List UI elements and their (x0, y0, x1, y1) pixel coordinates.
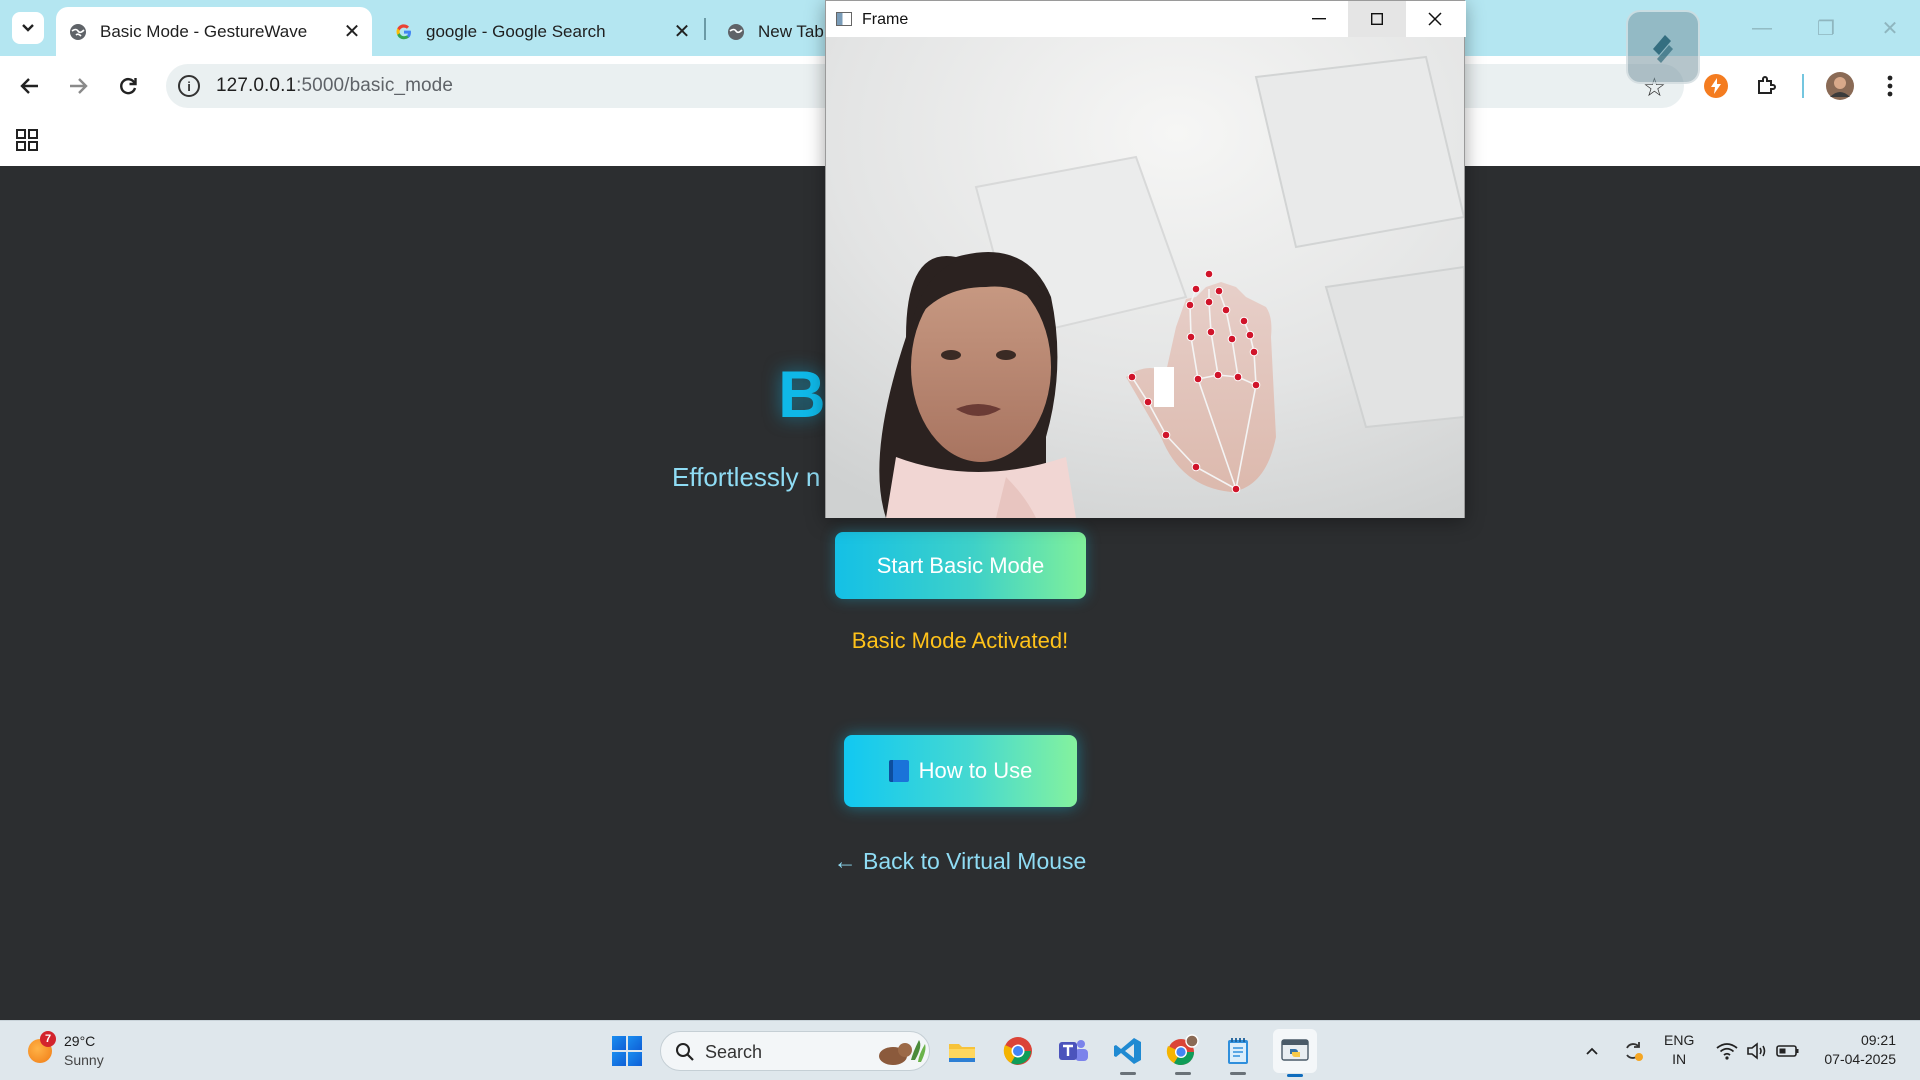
file-explorer-icon[interactable] (944, 1033, 980, 1069)
language-indicator[interactable]: ENG IN (1664, 1031, 1694, 1069)
url-host: 127.0.0.1 (216, 75, 297, 96)
url-path: :5000/basic_mode (296, 75, 454, 96)
page-subtitle: Effortlessly n (672, 462, 821, 492)
back-button[interactable] (14, 70, 46, 102)
tab-separator (704, 18, 706, 40)
show-hidden-icons-chevron-icon[interactable] (1580, 1033, 1604, 1069)
close-icon[interactable]: ✕ (670, 20, 694, 44)
python-app-icon[interactable] (1273, 1029, 1317, 1077)
globe-icon (726, 22, 746, 42)
tab-search-button[interactable] (12, 12, 44, 44)
toolbar-divider (1802, 74, 1804, 98)
taskbar: 7 29°C Sunny Search ENG IN 09:21 07-04-2… (0, 1020, 1920, 1080)
camera-feed (826, 37, 1464, 518)
frame-app-icon (836, 12, 852, 26)
clock-time: 09:21 (1860, 1032, 1896, 1048)
how-to-use-label: How to Use (918, 758, 1033, 783)
site-info-icon[interactable]: i (178, 75, 200, 97)
reload-icon (120, 78, 137, 95)
globe-icon (68, 22, 88, 42)
vscode-icon[interactable] (1110, 1033, 1146, 1075)
camera-image (826, 37, 1464, 518)
notepad-icon[interactable] (1220, 1033, 1256, 1075)
restore-icon[interactable]: ❐ (1808, 12, 1844, 44)
forward-button[interactable] (62, 70, 94, 102)
language-code: ENG (1664, 1032, 1695, 1048)
running-indicator (1175, 1072, 1191, 1075)
book-icon (888, 760, 909, 782)
reload-button[interactable] (112, 70, 144, 102)
frame-title: Frame (862, 11, 909, 28)
battery-icon[interactable] (1774, 1033, 1802, 1069)
beaver-illustration-icon (879, 1040, 926, 1065)
search-icon (676, 1043, 694, 1061)
weather-badge: 7 (40, 1031, 56, 1047)
weather-condition: Sunny (64, 1052, 104, 1068)
running-indicator (1230, 1072, 1246, 1075)
tab-google-search[interactable]: google - Google Search ✕ (382, 7, 702, 56)
avatar[interactable] (1824, 70, 1856, 102)
weather-temperature: 29°C (64, 1033, 96, 1049)
frame-titlebar[interactable]: Frame (826, 1, 1466, 37)
status-message: Basic Mode Activated! (851, 628, 1069, 653)
url-text[interactable]: 127.0.0.1:5000/basic_mode (216, 75, 453, 97)
more-menu-icon[interactable] (1874, 70, 1906, 102)
system-clock[interactable]: 09:21 07-04-2025 (1810, 1031, 1896, 1069)
back-to-virtual-mouse-link[interactable]: ← Back to Virtual Mouse (0, 848, 1920, 875)
volume-icon[interactable] (1744, 1033, 1770, 1069)
frame-minimize-icon[interactable] (1290, 1, 1348, 37)
weather-widget[interactable]: 7 29°C Sunny (24, 1029, 124, 1073)
region-code: IN (1672, 1051, 1687, 1067)
arrow-right-icon (70, 78, 88, 94)
search-label: Search (705, 1042, 763, 1062)
extension-bolt-icon[interactable] (1700, 70, 1732, 102)
frame-maximize-icon[interactable] (1348, 1, 1406, 37)
apps-grid-icon[interactable] (16, 129, 38, 156)
running-indicator-active (1287, 1074, 1303, 1077)
tab-title: google - Google Search (426, 21, 606, 41)
puzzle-extensions-icon[interactable] (1750, 70, 1782, 102)
tab-basic-mode[interactable]: Basic Mode - GestureWave ✕ (56, 7, 372, 56)
wifi-icon[interactable] (1714, 1033, 1740, 1069)
sync-update-icon[interactable] (1618, 1033, 1648, 1069)
floating-app-icon[interactable] (1626, 10, 1700, 84)
how-to-use-button[interactable]: How to Use (844, 735, 1077, 807)
chrome-icon[interactable] (1000, 1033, 1036, 1069)
clock-date: 07-04-2025 (1824, 1051, 1896, 1067)
start-basic-mode-button[interactable]: Start Basic Mode (835, 532, 1086, 599)
close-window-icon[interactable]: ✕ (1872, 12, 1908, 44)
google-icon (394, 22, 414, 42)
frame-window[interactable]: Frame (825, 0, 1466, 518)
close-icon[interactable]: ✕ (340, 20, 364, 44)
frame-close-icon[interactable] (1406, 1, 1464, 37)
arrow-left-icon (20, 78, 38, 94)
page-title: B (778, 357, 826, 431)
running-indicator (1120, 1072, 1136, 1075)
chevron-down-icon (22, 24, 34, 32)
chrome-profile-icon[interactable] (1165, 1033, 1201, 1075)
tab-title: Basic Mode - GestureWave (100, 21, 308, 41)
taskbar-search[interactable]: Search (660, 1031, 930, 1071)
windows-start-icon[interactable] (612, 1036, 642, 1066)
teams-icon[interactable] (1055, 1033, 1091, 1069)
minimize-icon[interactable]: — (1744, 12, 1780, 44)
